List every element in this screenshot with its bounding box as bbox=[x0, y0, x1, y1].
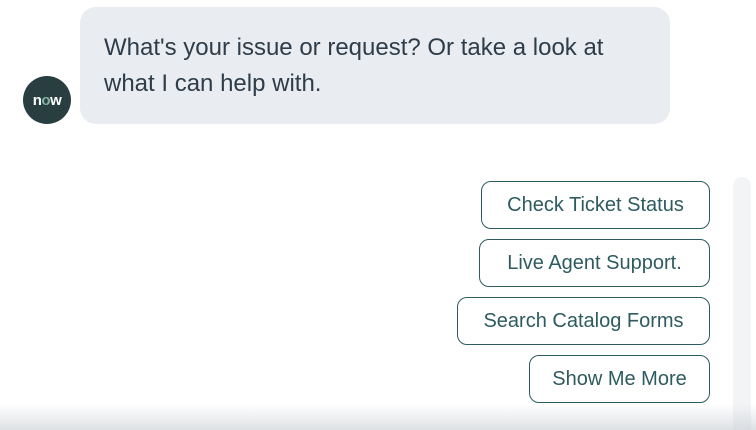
scrollbar[interactable] bbox=[733, 177, 751, 430]
now-avatar: now bbox=[23, 76, 71, 124]
show-me-more-button[interactable]: Show Me More bbox=[529, 355, 710, 403]
check-ticket-status-button[interactable]: Check Ticket Status bbox=[481, 181, 710, 229]
agent-message-bubble: What's your issue or request? Or take a … bbox=[80, 7, 670, 124]
agent-message-text: What's your issue or request? Or take a … bbox=[104, 34, 604, 97]
avatar-letter-o: o bbox=[41, 91, 51, 109]
bottom-fade bbox=[0, 404, 756, 430]
avatar-letter-w: w bbox=[50, 91, 62, 109]
chat-area: What's your issue or request? Or take a … bbox=[0, 0, 756, 430]
search-catalog-forms-button[interactable]: Search Catalog Forms bbox=[457, 297, 710, 345]
avatar-letter-n: n bbox=[32, 91, 42, 109]
live-agent-support-button[interactable]: Live Agent Support. bbox=[479, 239, 710, 287]
